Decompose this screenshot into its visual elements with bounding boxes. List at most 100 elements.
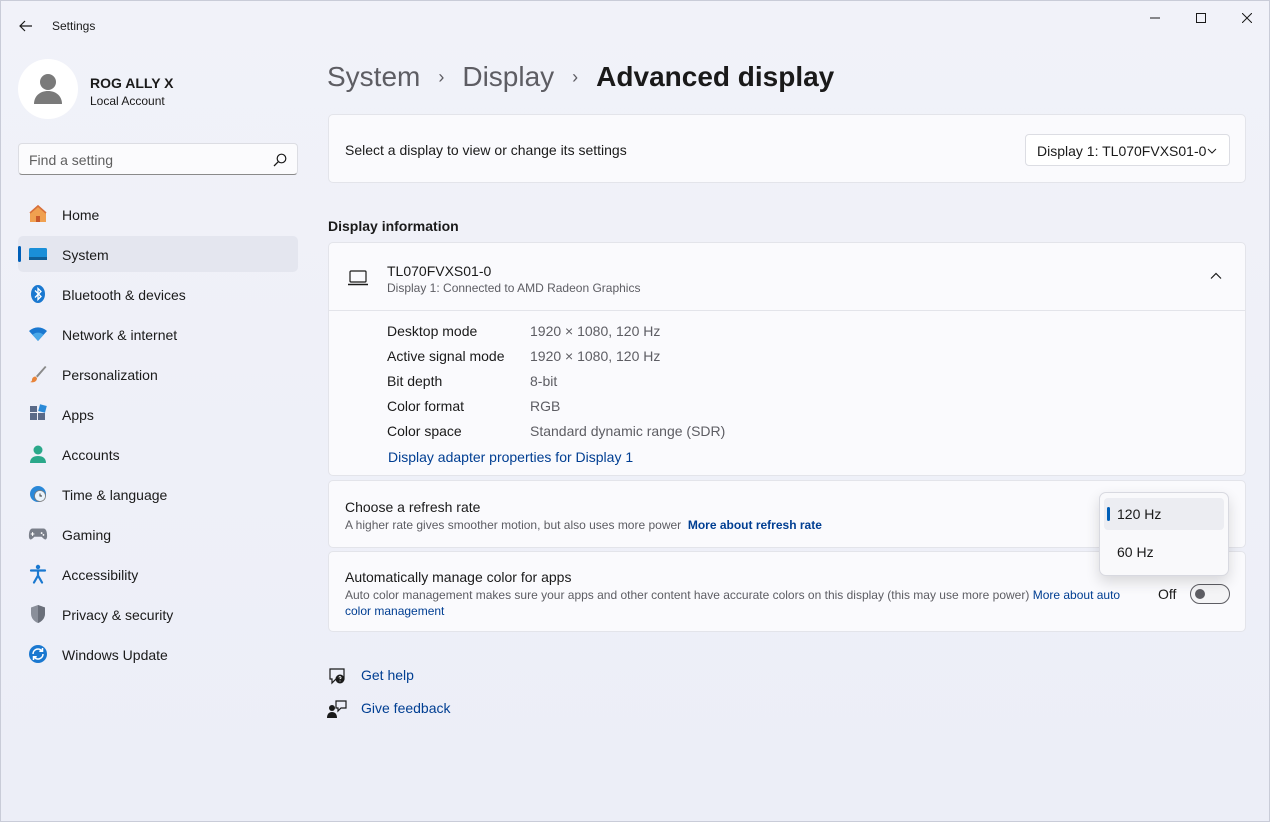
page-title: Advanced display [596,61,835,92]
more-about-auto-color-link-continued[interactable]: color management [345,604,444,618]
more-about-auto-color-link[interactable]: More about auto [1033,588,1120,602]
minimize-icon [1150,17,1160,19]
info-label: Active signal mode [387,348,505,364]
auto-color-description: Auto color management makes sure your ap… [345,588,1030,602]
wifi-icon [28,324,48,344]
info-label: Color space [387,423,462,439]
avatar [18,59,78,119]
display-information-card: TL070FVXS01-0 Display 1: Connected to AM… [328,242,1246,476]
feedback-icon [327,700,347,718]
sidebar-item-privacy-security[interactable]: Privacy & security [18,596,298,632]
sidebar-item-windows-update[interactable]: Windows Update [18,636,298,672]
back-arrow-icon [19,20,32,32]
sidebar-item-time-language[interactable]: Time & language [18,476,298,512]
maximize-button[interactable] [1178,1,1224,35]
accessibility-icon [28,564,48,584]
info-label: Desktop mode [387,323,478,339]
give-feedback-link[interactable]: Give feedback [361,700,451,716]
display-adapter-properties-link[interactable]: Display adapter properties for Display 1 [388,449,633,465]
gamepad-icon [28,524,48,544]
sidebar-item-label: Accessibility [62,567,139,583]
auto-color-toggle-state: Off [1158,586,1177,602]
search-input[interactable] [29,152,259,168]
chevron-up-icon[interactable] [1209,269,1223,283]
sidebar-item-personalization[interactable]: Personalization [18,356,298,392]
sidebar-item-label: Time & language [62,487,168,503]
display-dropdown[interactable]: Display 1: TL070FVXS01-0 [1025,134,1230,166]
section-heading-display-information: Display information [328,218,459,234]
sidebar-nav: Home System Bluetooth & devices Network … [18,196,298,676]
info-value: 1920 × 1080, 120 Hz [530,348,661,364]
laptop-icon [348,270,368,286]
get-help-link[interactable]: Get help [361,667,414,683]
system-icon [28,244,48,264]
chevron-down-icon [1207,148,1217,154]
get-help-icon [329,668,345,685]
search-box[interactable] [18,143,298,175]
refresh-rate-description-line: A higher rate gives smoother motion, but… [345,518,822,532]
breadcrumb-display[interactable]: Display [462,61,554,93]
sidebar-item-label: Apps [62,407,94,423]
breadcrumb: System › Display › Advanced display [327,61,834,93]
info-value: Standard dynamic range (SDR) [530,423,726,439]
title-bar: Settings [1,1,1269,49]
profile-name: ROG ALLY X [90,75,174,91]
close-icon [1242,13,1252,23]
sidebar-item-label: Network & internet [62,327,178,343]
sidebar-item-accessibility[interactable]: Accessibility [18,556,298,592]
sidebar-item-bluetooth[interactable]: Bluetooth & devices [18,276,298,312]
sidebar-item-label: Bluetooth & devices [62,287,186,303]
sidebar-item-accounts[interactable]: Accounts [18,436,298,472]
accounts-icon [28,444,48,464]
refresh-rate-description: A higher rate gives smoother motion, but… [345,518,682,532]
sidebar-item-apps[interactable]: Apps [18,396,298,432]
display-information-header[interactable]: TL070FVXS01-0 Display 1: Connected to AM… [329,243,1245,311]
minimize-button[interactable] [1132,1,1178,35]
breadcrumb-system[interactable]: System [327,61,420,93]
sidebar-item-label: Windows Update [62,647,168,663]
app-title: Settings [52,19,96,33]
update-icon [28,644,48,664]
sidebar-item-label: Personalization [62,367,158,383]
auto-color-title: Automatically manage color for apps [345,569,572,585]
user-avatar-icon [34,74,62,104]
more-about-refresh-rate-link[interactable]: More about refresh rate [688,518,822,532]
apps-icon [28,404,48,424]
sidebar-item-system[interactable]: System [18,236,298,272]
display-name: TL070FVXS01-0 [387,263,492,279]
bluetooth-icon [28,284,48,304]
clock-globe-icon [28,484,48,504]
refresh-rate-dropdown-menu: 120 Hz 60 Hz [1099,492,1229,576]
search-icon[interactable] [273,153,287,167]
sidebar-item-label: System [62,247,109,263]
auto-color-toggle[interactable] [1190,584,1230,604]
info-value: RGB [530,398,561,414]
sidebar-item-network[interactable]: Network & internet [18,316,298,352]
sidebar-item-label: Accounts [62,447,120,463]
refresh-rate-option-60[interactable]: 60 Hz [1104,536,1224,568]
breadcrumb-separator: › [572,66,579,87]
brush-icon [28,364,48,384]
home-icon [28,204,48,224]
info-label: Color format [387,398,465,414]
refresh-rate-option-120[interactable]: 120 Hz [1104,498,1224,530]
toggle-knob [1195,589,1205,599]
sidebar-item-label: Gaming [62,527,112,543]
auto-color-description-line2: color management [345,604,444,618]
shield-icon [28,604,48,624]
settings-window: Settings ROG ALLY X Local Account Find a… [0,0,1270,822]
maximize-icon [1196,13,1206,23]
close-button[interactable] [1224,1,1270,35]
breadcrumb-separator: › [438,66,445,87]
sidebar-item-gaming[interactable]: Gaming [18,516,298,552]
display-select-card: Select a display to view or change its s… [328,114,1246,183]
info-value: 8-bit [530,373,558,389]
display-select-label: Select a display to view or change its s… [345,142,627,158]
display-dropdown-value: Display 1: TL070FVXS01-0 [1037,143,1207,159]
refresh-rate-title: Choose a refresh rate [345,499,481,515]
back-button[interactable] [11,13,41,39]
profile-account-type: Local Account [90,94,165,108]
sidebar-item-label: Home [62,207,100,223]
auto-color-description-line: Auto color management makes sure your ap… [345,588,1120,602]
sidebar-item-home[interactable]: Home [18,196,298,232]
